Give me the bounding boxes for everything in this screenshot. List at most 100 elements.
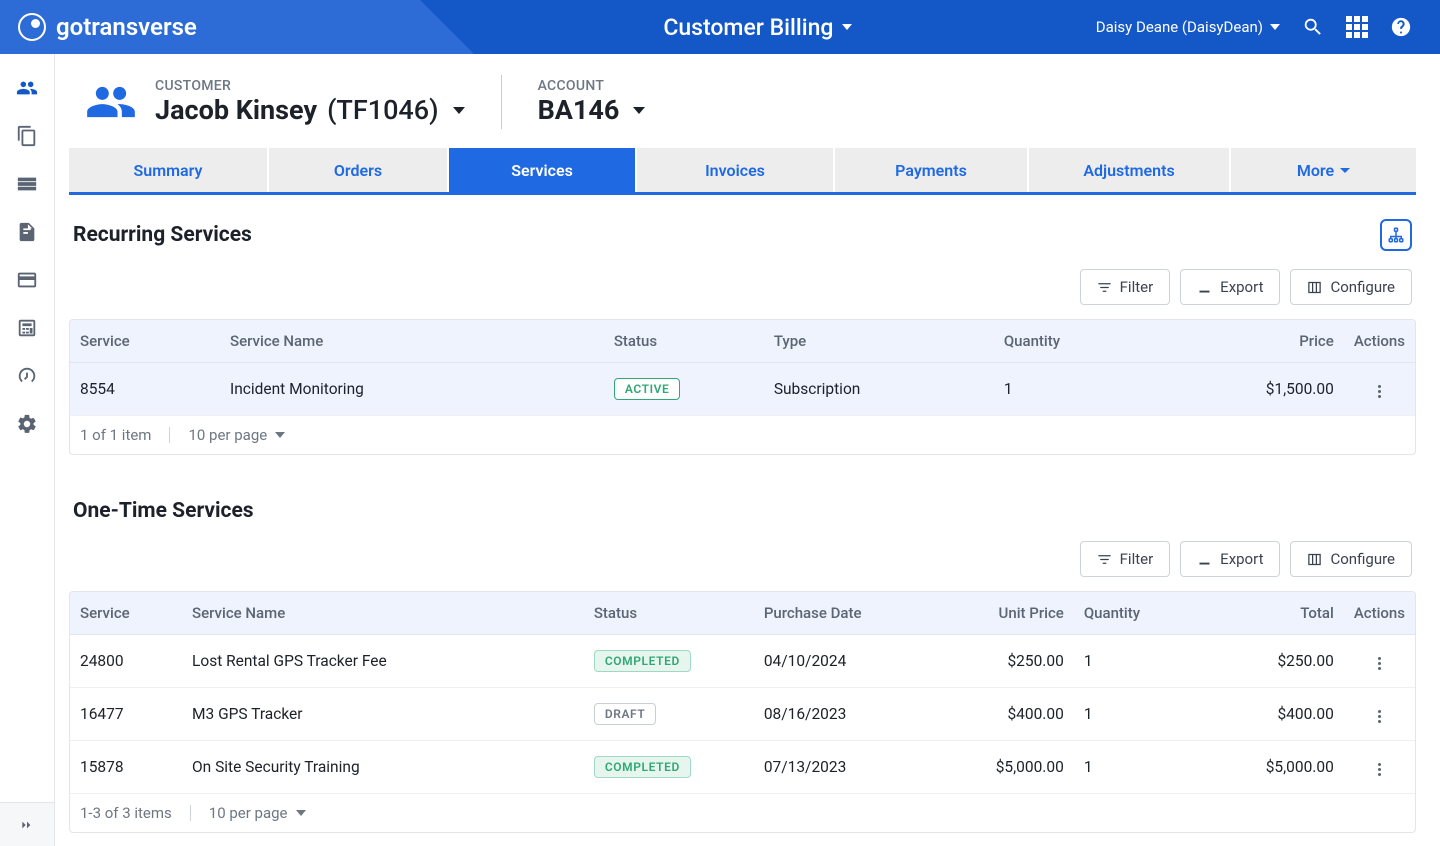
tab-more-label: More xyxy=(1297,161,1334,180)
perpage-label: 10 per page xyxy=(188,426,267,444)
onetime-perpage[interactable]: 10 per page xyxy=(209,804,306,822)
divider xyxy=(501,75,502,129)
col-quantity[interactable]: Quantity xyxy=(1074,592,1194,635)
col-status[interactable]: Status xyxy=(584,592,754,635)
col-name[interactable]: Service Name xyxy=(182,592,584,635)
recurring-perpage[interactable]: 10 per page xyxy=(188,426,285,444)
tab-services[interactable]: Services xyxy=(449,148,637,192)
configure-label: Configure xyxy=(1330,278,1395,296)
user-menu[interactable]: Daisy Deane (DaisyDean) xyxy=(1096,18,1280,36)
sidebar-item-customers[interactable] xyxy=(7,66,47,110)
col-quantity[interactable]: Quantity xyxy=(994,320,1154,363)
filter-button[interactable]: Filter xyxy=(1080,269,1171,305)
col-service[interactable]: Service xyxy=(70,320,220,363)
customer-icon xyxy=(83,74,139,130)
sidebar-item-dashboard[interactable] xyxy=(7,354,47,398)
tab-more[interactable]: More xyxy=(1231,148,1416,192)
sidebar-item-settings[interactable] xyxy=(7,402,47,446)
configure-button[interactable]: Configure xyxy=(1290,541,1412,577)
cell-name: On Site Security Training xyxy=(182,741,584,794)
sidebar-item-server[interactable] xyxy=(7,162,47,206)
hierarchy-button[interactable] xyxy=(1380,219,1412,251)
col-type[interactable]: Type xyxy=(764,320,994,363)
tab-adjustments[interactable]: Adjustments xyxy=(1029,148,1231,192)
tab-orders[interactable]: Orders xyxy=(269,148,449,192)
cell-type: Subscription xyxy=(764,363,994,416)
chevron-down-icon xyxy=(1340,168,1350,173)
page-title-dropdown[interactable]: Customer Billing xyxy=(420,14,1096,41)
brand-area: gotransverse xyxy=(0,0,420,54)
table-row[interactable]: 24800Lost Rental GPS Tracker FeeCOMPLETE… xyxy=(70,635,1415,688)
cell-total: $250.00 xyxy=(1194,635,1344,688)
cell-total: $400.00 xyxy=(1194,688,1344,741)
table-row[interactable]: 16477M3 GPS Tracker DRAFT 08/16/2023 $400.0… xyxy=(70,688,1415,741)
cell-price: $1,500.00 xyxy=(1154,363,1344,416)
tabs: Summary Orders Services Invoices Payment… xyxy=(69,148,1416,195)
configure-button[interactable]: Configure xyxy=(1290,269,1412,305)
row-actions-menu[interactable] xyxy=(1372,704,1387,729)
col-total[interactable]: Total xyxy=(1194,592,1344,635)
status-badge: COMPLETED xyxy=(594,756,691,778)
cell-quantity: 1 xyxy=(1074,688,1194,741)
onetime-count: 1-3 of 3 items xyxy=(80,804,172,822)
status-badge: DRAFT xyxy=(594,703,657,725)
customer-dropdown[interactable]: Jacob Kinsey (TF1046) xyxy=(155,94,465,126)
filter-button[interactable]: Filter xyxy=(1080,541,1171,577)
help-icon[interactable] xyxy=(1390,16,1412,38)
sidebar-item-document[interactable] xyxy=(7,210,47,254)
sidebar-item-calculator[interactable] xyxy=(7,306,47,350)
customer-header: CUSTOMER Jacob Kinsey (TF1046) ACCOUNT B… xyxy=(69,68,1416,148)
customer-code: (TF1046) xyxy=(327,94,439,126)
sidebar-expand-toggle[interactable] xyxy=(0,802,54,846)
logo-icon xyxy=(18,13,46,41)
col-price[interactable]: Price xyxy=(1154,320,1344,363)
top-header: gotransverse Customer Billing Daisy Dean… xyxy=(0,0,1440,54)
cell-status: COMPLETED xyxy=(584,635,754,688)
chevron-down-icon xyxy=(296,810,306,816)
cell-status: DRAFT xyxy=(584,688,754,741)
cell-purchase-date: 04/10/2024 xyxy=(754,635,934,688)
row-actions-menu[interactable] xyxy=(1372,651,1387,676)
table-row[interactable]: 15878On Site Security TrainingCOMPLETED0… xyxy=(70,741,1415,794)
cell-status: COMPLETED xyxy=(584,741,754,794)
cell-service: 16477 xyxy=(70,688,182,741)
sidebar-item-copy[interactable] xyxy=(7,114,47,158)
filter-label: Filter xyxy=(1120,278,1154,296)
chevron-down-icon xyxy=(275,432,285,438)
cell-name: Incident Monitoring xyxy=(220,363,604,416)
col-service[interactable]: Service xyxy=(70,592,182,635)
recurring-toolbar: Filter Export Configure xyxy=(69,269,1416,305)
cell-quantity: 1 xyxy=(994,363,1154,416)
export-button[interactable]: Export xyxy=(1180,269,1280,305)
account-value: BA146 xyxy=(538,94,620,126)
recurring-count: 1 of 1 item xyxy=(80,426,151,444)
account-dropdown[interactable]: BA146 xyxy=(538,94,646,126)
tab-summary[interactable]: Summary xyxy=(69,148,269,192)
row-actions-menu[interactable] xyxy=(1372,757,1387,782)
col-actions: Actions xyxy=(1344,320,1415,363)
tab-invoices[interactable]: Invoices xyxy=(637,148,835,192)
col-name[interactable]: Service Name xyxy=(220,320,604,363)
col-unit-price[interactable]: Unit Price xyxy=(934,592,1074,635)
cell-service: 15878 xyxy=(70,741,182,794)
tab-payments[interactable]: Payments xyxy=(835,148,1029,192)
apps-grid-icon[interactable] xyxy=(1346,16,1368,38)
page-title: Customer Billing xyxy=(663,14,833,41)
cell-total: $5,000.00 xyxy=(1194,741,1344,794)
cell-purchase-date: 08/16/2023 xyxy=(754,688,934,741)
filter-label: Filter xyxy=(1120,550,1154,568)
cell-name: Lost Rental GPS Tracker Fee xyxy=(182,635,584,688)
table-row[interactable]: 8554Incident MonitoringACTIVESubscriptio… xyxy=(70,363,1415,416)
cell-name: M3 GPS Tracker xyxy=(182,688,584,741)
row-actions-menu[interactable] xyxy=(1372,379,1387,404)
chevron-down-icon xyxy=(633,107,645,114)
col-status[interactable]: Status xyxy=(604,320,764,363)
search-icon[interactable] xyxy=(1302,16,1324,38)
export-button[interactable]: Export xyxy=(1180,541,1280,577)
cell-quantity: 1 xyxy=(1074,741,1194,794)
cell-service: 24800 xyxy=(70,635,182,688)
col-actions: Actions xyxy=(1344,592,1415,635)
sidebar-item-payment[interactable] xyxy=(7,258,47,302)
col-purchase-date[interactable]: Purchase Date xyxy=(754,592,934,635)
chevron-down-icon xyxy=(842,24,852,30)
